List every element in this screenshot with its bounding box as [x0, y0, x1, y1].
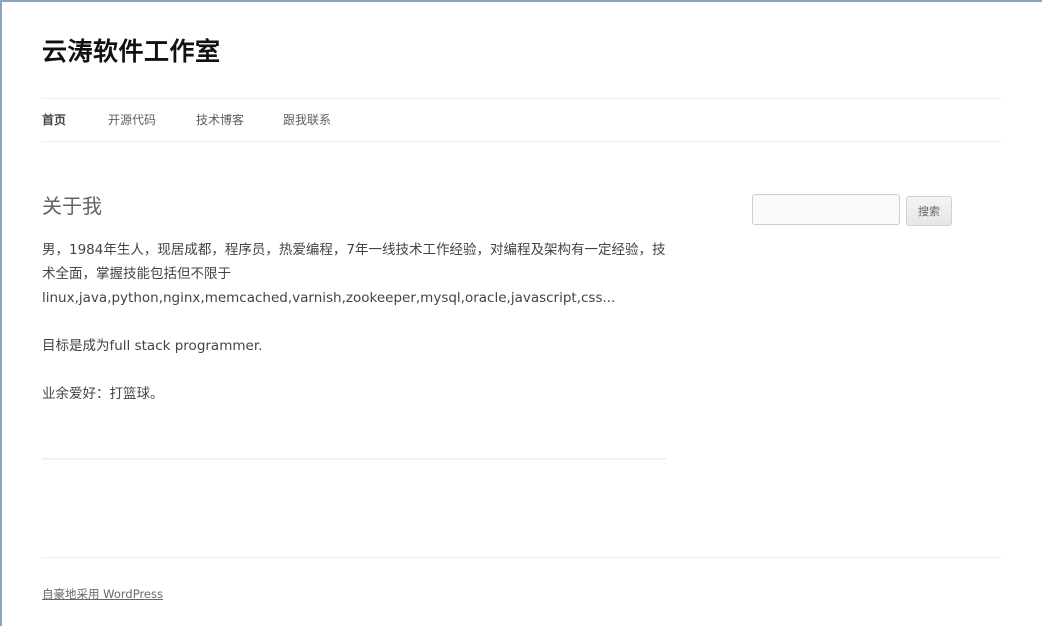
site-page: 云涛软件工作室 首页 开源代码 技术博客 跟我联系 关于我 男，1984年生人，…	[42, 0, 1002, 626]
main-navigation: 首页 开源代码 技术博客 跟我联系	[42, 98, 1002, 142]
nav-item-contact[interactable]: 跟我联系	[283, 112, 331, 128]
search-input[interactable]	[752, 194, 900, 225]
page-title: 关于我	[42, 194, 102, 218]
wordpress-credit-link[interactable]: 自豪地采用 WordPress	[42, 586, 163, 602]
nav-item-home[interactable]: 首页	[42, 112, 66, 128]
entry-divider	[42, 458, 666, 460]
search-button[interactable]: 搜索	[906, 196, 952, 226]
goal-paragraph: 目标是成为full stack programmer.	[42, 338, 263, 354]
bio-paragraph: 男，1984年生人，现居成都，程序员，热爱编程，7年一线技术工作经验，对编程及架…	[42, 242, 666, 306]
site-title[interactable]: 云涛软件工作室	[42, 34, 221, 70]
about-article: 关于我 男，1984年生人，现居成都，程序员，热爱编程，7年一线技术工作经验，对…	[42, 186, 666, 430]
footer-divider	[42, 557, 1002, 558]
nav-item-tech-blog[interactable]: 技术博客	[196, 112, 244, 128]
nav-item-open-source[interactable]: 开源代码	[108, 112, 156, 128]
hobby-paragraph: 业余爱好：打篮球。	[42, 386, 164, 402]
entry-content: 男，1984年生人，现居成都，程序员，热爱编程，7年一线技术工作经验，对编程及架…	[42, 238, 666, 406]
window-frame-left	[0, 0, 2, 626]
